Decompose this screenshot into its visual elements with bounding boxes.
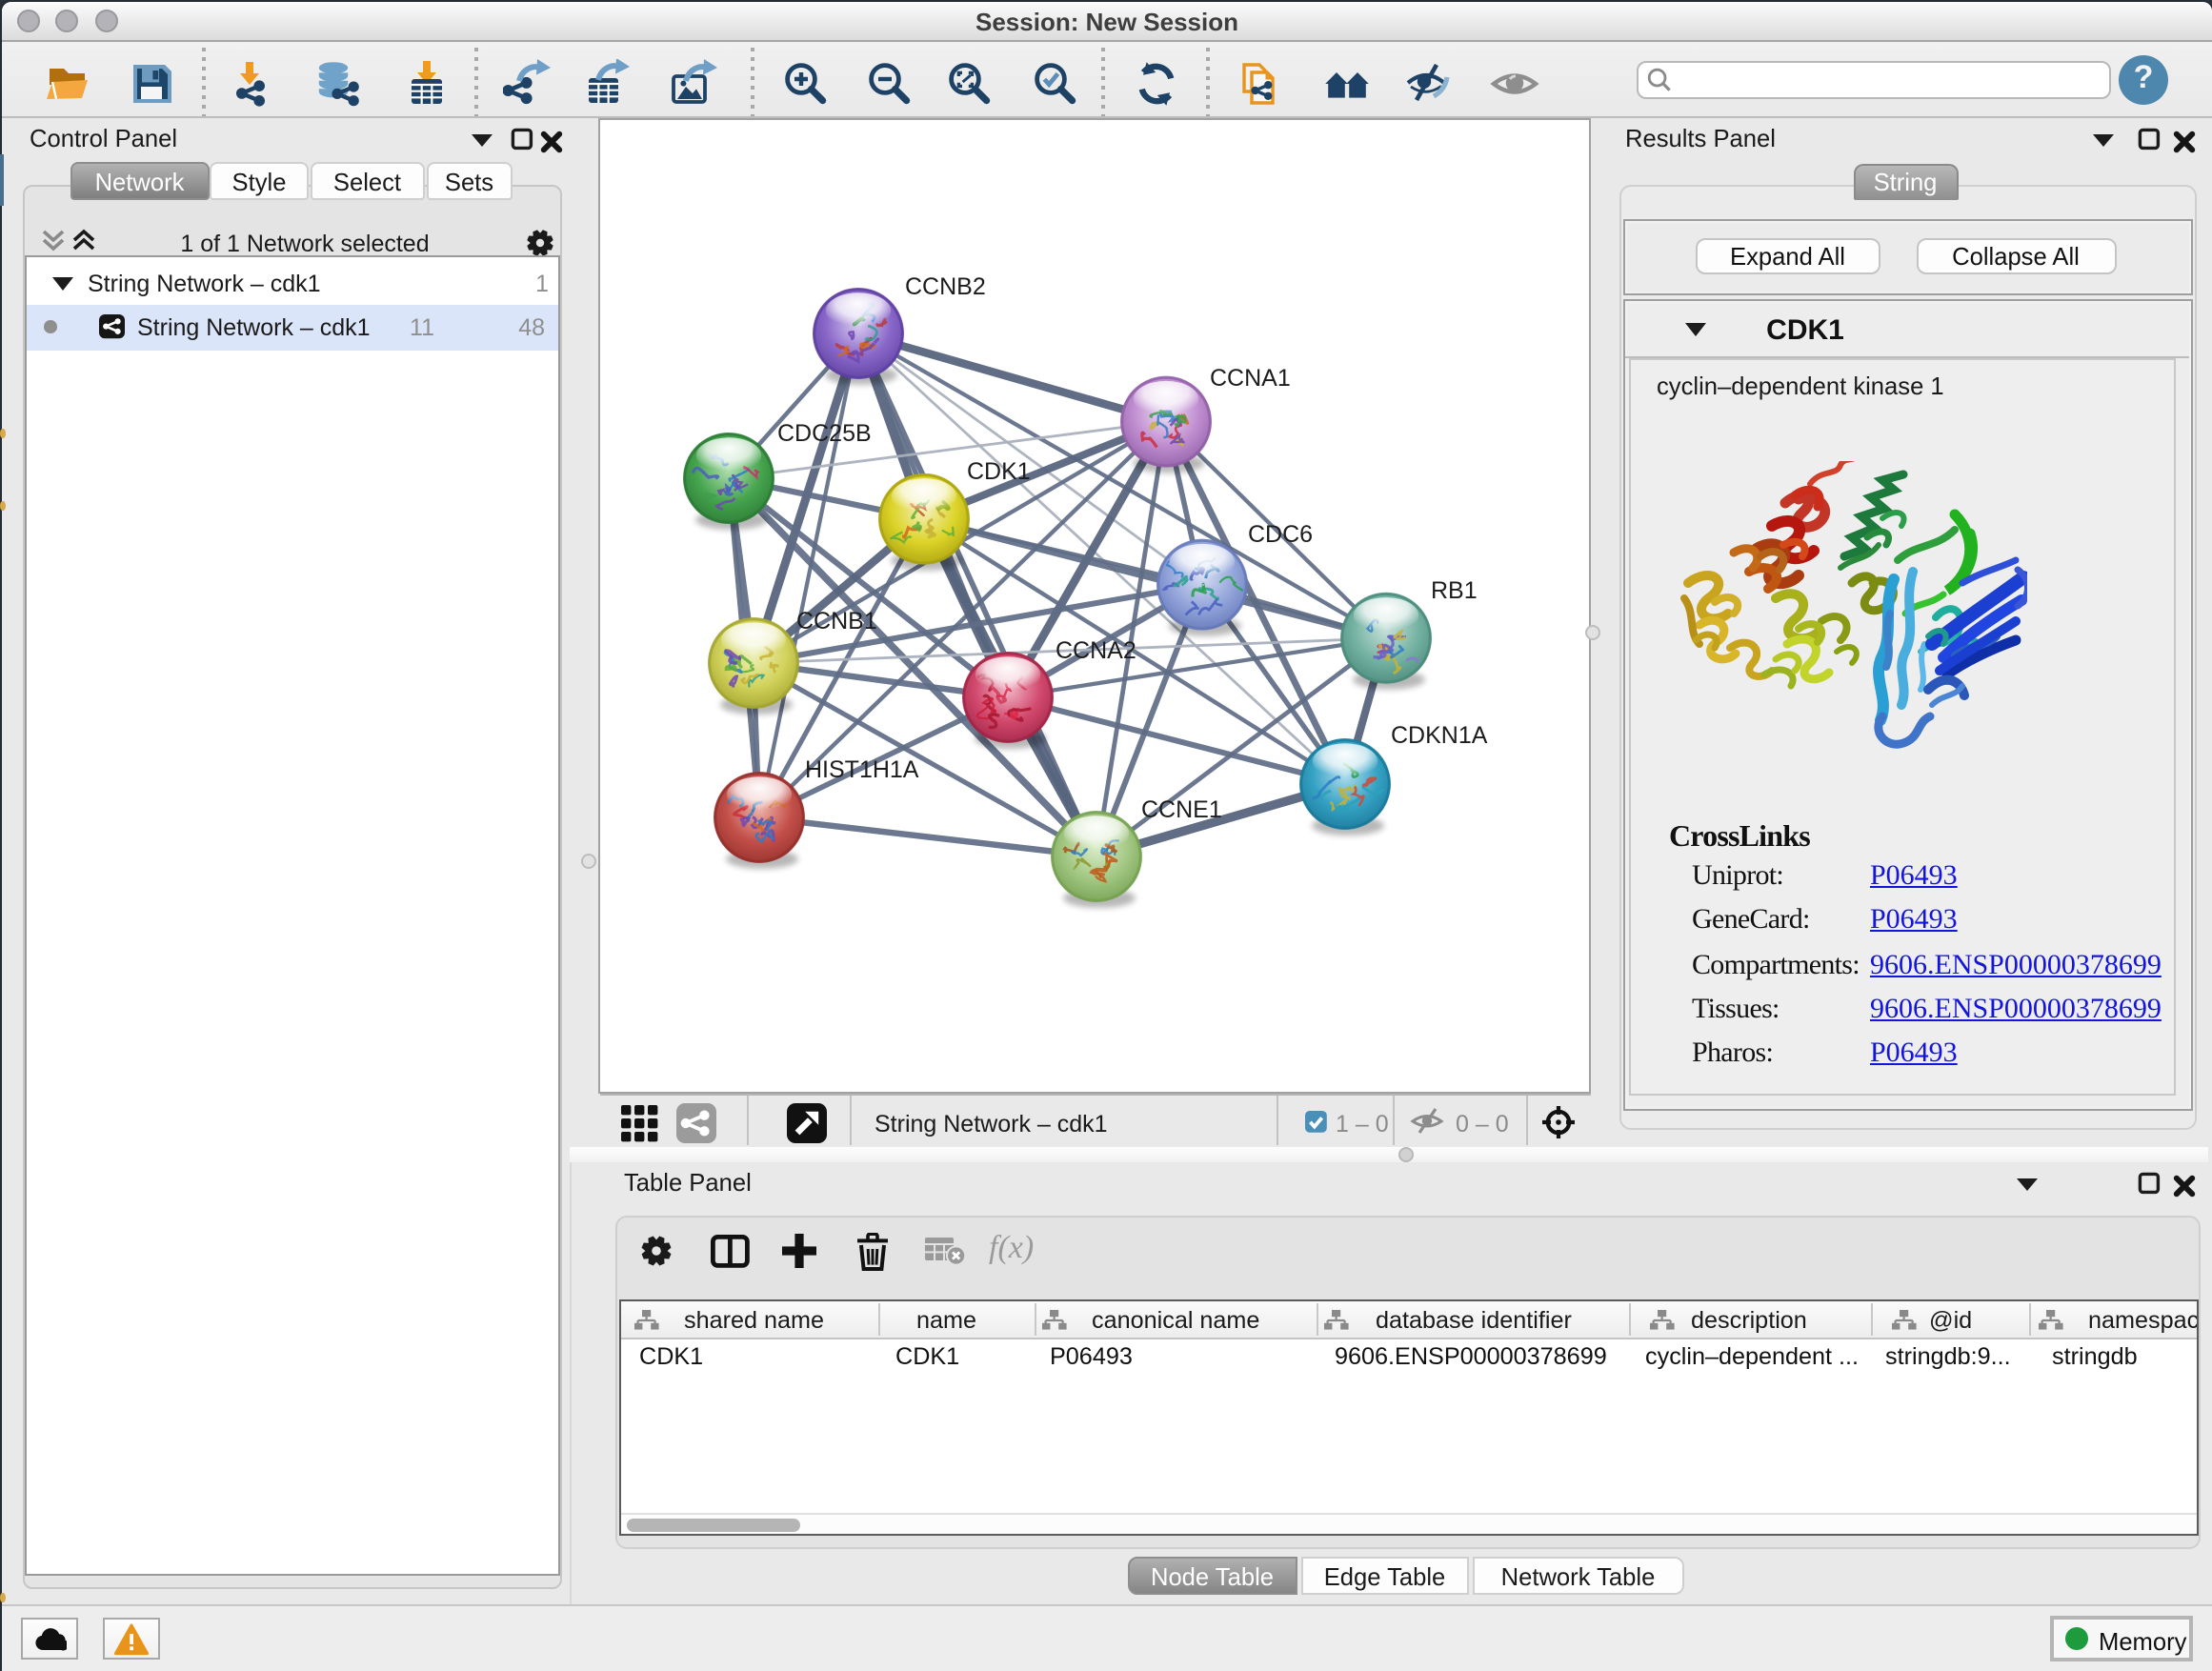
svg-text:RB1: RB1 xyxy=(1431,577,1478,604)
svg-text:CCNB1: CCNB1 xyxy=(796,608,877,634)
svg-text:CDC25B: CDC25B xyxy=(777,420,872,447)
svg-text:CCNB2: CCNB2 xyxy=(905,273,986,300)
svg-text:CDK1: CDK1 xyxy=(967,458,1031,485)
svg-text:CDC6: CDC6 xyxy=(1248,521,1313,548)
svg-text:CCNA1: CCNA1 xyxy=(1210,365,1291,392)
svg-text:CDKN1A: CDKN1A xyxy=(1391,722,1488,749)
svg-text:CCNA2: CCNA2 xyxy=(1056,637,1136,664)
svg-text:CCNE1: CCNE1 xyxy=(1141,796,1222,823)
svg-text:HIST1H1A: HIST1H1A xyxy=(805,756,919,783)
